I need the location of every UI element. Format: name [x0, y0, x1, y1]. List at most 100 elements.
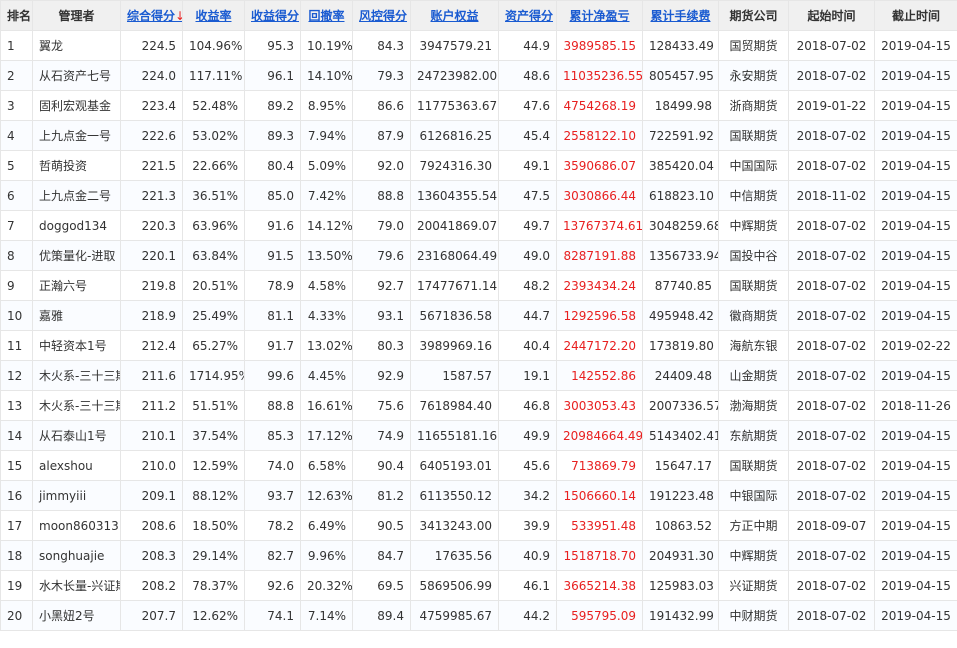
cell-mgr: 翼龙 [32, 30, 121, 61]
header-equity[interactable]: 账户权益 [410, 0, 499, 31]
cell-mgr: songhuajie [32, 540, 121, 571]
cell-mgr: moon860313 [32, 510, 121, 541]
cell-company: 兴证期货 [718, 570, 789, 601]
cell-risk: 90.5 [352, 510, 411, 541]
table-row: 13 木火系-三十三期 211.2 51.51% 88.8 16.61% 75.6 76189… [0, 390, 957, 421]
cell-equity: 4759985.67 [410, 600, 499, 631]
cell-rank: 17 [0, 510, 33, 541]
cell-profit: 533951.48 [556, 510, 643, 541]
header-net-profit[interactable]: 累计净盈亏 [556, 0, 643, 31]
cell-rscore: 89.3 [244, 120, 301, 151]
cell-score: 210.1 [120, 420, 183, 451]
cell-company: 国投中谷 [718, 240, 789, 271]
cell-rate: 20.51% [182, 270, 245, 301]
cell-start: 2018-07-02 [788, 570, 875, 601]
cell-rscore: 82.7 [244, 540, 301, 571]
cell-profit: 2447172.20 [556, 330, 643, 361]
cell-rate: 104.96% [182, 30, 245, 61]
table-row: 5 哲萌投资 221.5 22.66% 80.4 5.09% 92.0 7924316.30 4… [0, 150, 957, 181]
header-fees[interactable]: 累计手续费 [642, 0, 719, 31]
cell-ascore: 44.9 [498, 30, 557, 61]
cell-end: 2019-04-15 [874, 360, 957, 391]
cell-rate: 37.54% [182, 420, 245, 451]
cell-start: 2018-07-02 [788, 420, 875, 451]
cell-equity: 11655181.16 [410, 420, 499, 451]
cell-rscore: 78.2 [244, 510, 301, 541]
cell-rank: 19 [0, 570, 33, 601]
cell-ascore: 47.5 [498, 180, 557, 211]
cell-rate: 1714.95% [182, 360, 245, 391]
cell-end: 2019-04-15 [874, 30, 957, 61]
cell-equity: 20041869.07 [410, 210, 499, 241]
cell-rate: 53.02% [182, 120, 245, 151]
header-total-score[interactable]: 综合得分↓ [120, 0, 183, 31]
cell-start: 2018-07-02 [788, 30, 875, 61]
table-header-row: 排名 管理者 综合得分↓ 收益率 收益得分 回撤率 风控得分 账户权益 资产得分… [0, 0, 957, 31]
table-row: 2 从石资产七号 224.0 117.11% 96.1 14.10% 79.3 2472398… [0, 60, 957, 91]
cell-rscore: 92.6 [244, 570, 301, 601]
cell-score: 209.1 [120, 480, 183, 511]
header-return-rate[interactable]: 收益率 [182, 0, 245, 31]
table-row: 19水木长量-兴证期货208.278.37%92.620.32%69.55869… [0, 570, 957, 601]
cell-dd: 10.19% [300, 30, 353, 61]
cell-dd: 7.94% [300, 120, 353, 151]
cell-mgr: 上九点金二号 [32, 180, 121, 211]
cell-end: 2018-11-26 [874, 390, 957, 421]
cell-score: 211.2 [120, 390, 183, 421]
cell-start: 2018-09-07 [788, 510, 875, 541]
header-manager: 管理者 [32, 0, 121, 31]
cell-fees: 3048259.68 [642, 210, 719, 241]
cell-start: 2018-07-02 [788, 540, 875, 571]
header-risk-score[interactable]: 风控得分 [352, 0, 411, 31]
cell-mgr: 从石资产七号 [32, 60, 121, 91]
header-asset-score[interactable]: 资产得分 [498, 0, 557, 31]
cell-start: 2018-07-02 [788, 360, 875, 391]
cell-equity: 3413243.00 [410, 510, 499, 541]
cell-rate: 117.11% [182, 60, 245, 91]
cell-score: 219.8 [120, 270, 183, 301]
cell-rank: 10 [0, 300, 33, 331]
cell-mgr: 哲萌投资 [32, 150, 121, 181]
cell-end: 2019-04-15 [874, 90, 957, 121]
table-row: 20 小黑妞2号 207.7 12.62% 74.1 7.14% 89.4 4759985.6… [0, 600, 957, 631]
cell-rscore: 91.5 [244, 240, 301, 271]
table-row: 1 翼龙 224.5 104.96% 95.3 10.19% 84.3 3947579.21 4… [0, 30, 957, 61]
cell-end: 2019-04-15 [874, 210, 957, 241]
cell-score: 218.9 [120, 300, 183, 331]
cell-fees: 204931.30 [642, 540, 719, 571]
header-return-score[interactable]: 收益得分 [244, 0, 301, 31]
table-row: 14 从石泰山1号 210.1 37.54% 85.3 17.12% 74.9 1165518… [0, 420, 957, 451]
cell-fees: 10863.52 [642, 510, 719, 541]
cell-end: 2019-04-15 [874, 570, 957, 601]
table-row: 11 中轻资本1号 212.4 65.27% 91.7 13.02% 80.3 3989969… [0, 330, 957, 361]
cell-company: 浙商期货 [718, 90, 789, 121]
cell-company: 方正中期 [718, 510, 789, 541]
cell-risk: 79.3 [352, 60, 411, 91]
cell-fees: 1356733.94 [642, 240, 719, 271]
cell-ascore: 44.7 [498, 300, 557, 331]
table-row: 15 alexshou 210.0 12.59% 74.0 6.58% 90.4 640519… [0, 450, 957, 481]
cell-rank: 2 [0, 60, 33, 91]
cell-fees: 722591.92 [642, 120, 719, 151]
ranking-table: 排名 管理者 综合得分↓ 收益率 收益得分 回撤率 风控得分 账户权益 资产得分… [0, 0, 957, 631]
cell-company: 东航期货 [718, 420, 789, 451]
cell-risk: 69.5 [352, 570, 411, 601]
cell-risk: 92.9 [352, 360, 411, 391]
header-drawdown[interactable]: 回撤率 [300, 0, 353, 31]
cell-mgr: 正瀚六号 [32, 270, 121, 301]
cell-start: 2018-07-02 [788, 150, 875, 181]
cell-company: 中信期货 [718, 180, 789, 211]
cell-fees: 495948.42 [642, 300, 719, 331]
cell-start: 2018-07-02 [788, 390, 875, 421]
cell-risk: 81.2 [352, 480, 411, 511]
cell-start: 2018-07-02 [788, 240, 875, 271]
cell-rank: 20 [0, 600, 33, 631]
table-row: 10 嘉雅 218.9 25.49% 81.1 4.33% 93.1 5671836.58 44… [0, 300, 957, 331]
cell-dd: 12.63% [300, 480, 353, 511]
cell-dd: 4.45% [300, 360, 353, 391]
cell-end: 2019-04-15 [874, 60, 957, 91]
cell-start: 2018-07-02 [788, 480, 875, 511]
cell-risk: 79.0 [352, 210, 411, 241]
table-row: 7 doggod134 220.3 63.96% 91.6 14.12% 79.0 20041… [0, 210, 957, 241]
cell-ascore: 48.2 [498, 270, 557, 301]
